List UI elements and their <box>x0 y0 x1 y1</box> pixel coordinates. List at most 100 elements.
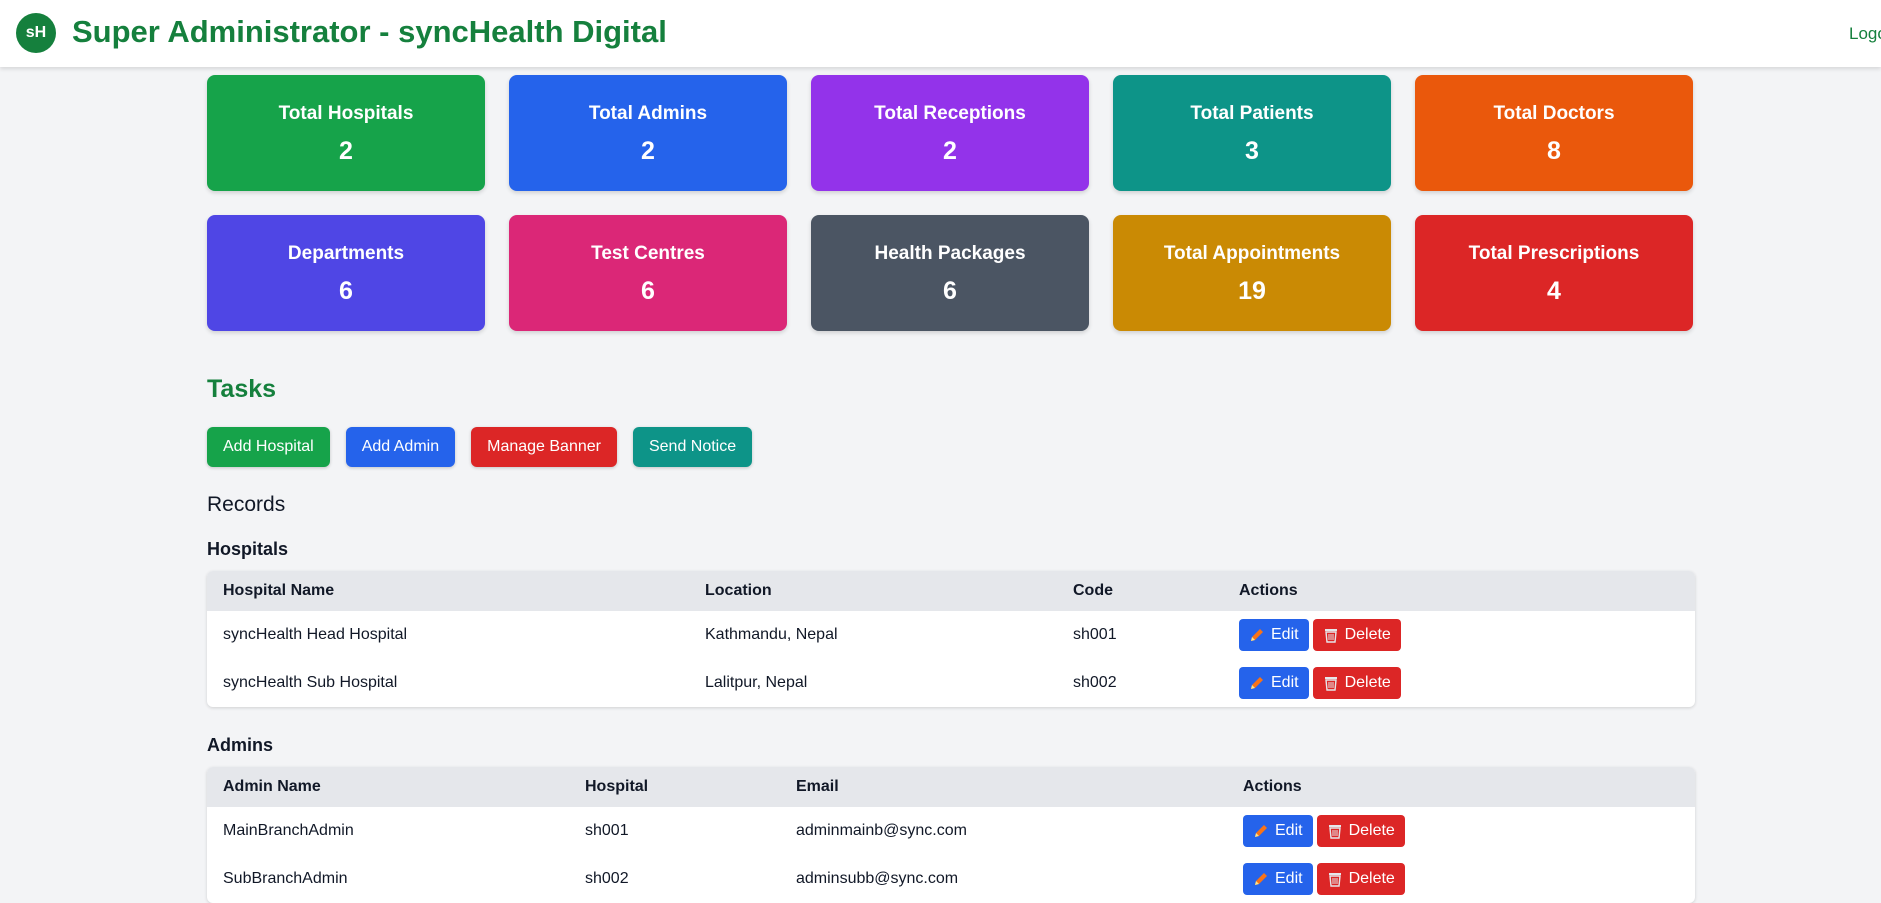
delete-label: Delete <box>1344 674 1391 691</box>
page-title: Super Administrator - syncHealth Digital <box>72 14 667 49</box>
delete-button[interactable]: Delete <box>1316 863 1405 895</box>
trash-icon <box>1324 677 1337 691</box>
trash-icon <box>1324 629 1337 643</box>
main-content: Total Hospitals 2 Total Admins 2 Total R… <box>207 75 1695 903</box>
edit-button[interactable]: Edit <box>1243 863 1313 895</box>
tasks-heading: Tasks <box>207 375 277 403</box>
send-notice-button[interactable]: Send Notice <box>632 427 753 467</box>
location-cell: Lalitpur, Nepal <box>705 674 808 691</box>
hospital-name-cell: syncHealth Sub Hospital <box>223 674 398 691</box>
table-row: MainBranchAdmin sh001 adminmainb@sync.co… <box>207 807 1695 855</box>
admin-name-cell: MainBranchAdmin <box>223 822 354 839</box>
column-header: Email <box>796 778 839 795</box>
code-cell: sh002 <box>1073 674 1117 691</box>
table-row: syncHealth Sub Hospital Lalitpur, Nepal … <box>207 659 1695 707</box>
stat-label: Total Doctors <box>1493 103 1615 124</box>
hospital-cell: sh001 <box>585 822 629 839</box>
edit-label: Edit <box>1271 674 1299 691</box>
column-header: Actions <box>1243 778 1302 795</box>
manage-banner-button[interactable]: Manage Banner <box>471 427 617 467</box>
records-heading: Records <box>207 493 286 516</box>
column-header: Code <box>1073 582 1113 599</box>
edit-button[interactable]: Edit <box>1239 667 1309 699</box>
delete-button[interactable]: Delete <box>1316 815 1405 847</box>
table-row: syncHealth Head Hospital Kathmandu, Nepa… <box>207 611 1695 659</box>
stat-value: 19 <box>1238 277 1266 305</box>
stat-card-total-appointments: Total Appointments 19 <box>1113 215 1391 331</box>
admins-heading: Admins <box>207 735 274 755</box>
stat-card-departments: Departments 6 <box>207 215 485 331</box>
app-logo: sH <box>16 13 56 53</box>
pencil-icon <box>1251 629 1263 641</box>
hospitals-table: Hospital Name Location Code Actions sync… <box>207 571 1695 707</box>
stat-label: Test Centres <box>591 243 705 264</box>
stat-value: 2 <box>339 137 353 165</box>
stat-value: 6 <box>943 277 957 305</box>
code-cell: sh001 <box>1073 626 1117 643</box>
add-hospital-button[interactable]: Add Hospital <box>207 427 330 467</box>
stat-card-total-prescriptions: Total Prescriptions 4 <box>1415 215 1693 331</box>
delete-label: Delete <box>1344 626 1391 643</box>
stat-label: Total Hospitals <box>278 103 414 124</box>
stat-value: 2 <box>943 137 957 165</box>
column-header: Hospital <box>585 778 649 795</box>
column-header: Location <box>705 582 772 599</box>
location-cell: Kathmandu, Nepal <box>705 626 838 643</box>
pencil-icon <box>1255 825 1267 837</box>
stat-label: Total Patients <box>1190 103 1314 124</box>
add-admin-button[interactable]: Add Admin <box>345 427 456 467</box>
pencil-icon <box>1255 873 1267 885</box>
hospital-cell: sh002 <box>585 870 629 887</box>
stats-grid: Total Hospitals 2 Total Admins 2 Total R… <box>207 75 1695 331</box>
column-header: Hospital Name <box>223 582 335 599</box>
stat-label: Total Appointments <box>1163 243 1341 264</box>
stat-label: Total Admins <box>588 103 708 124</box>
column-header: Actions <box>1239 582 1298 599</box>
stat-value: 3 <box>1245 137 1259 165</box>
stat-card-total-hospitals: Total Hospitals 2 <box>207 75 485 191</box>
actions-cell: Edit Delete <box>1227 855 1695 903</box>
hospitals-heading: Hospitals <box>207 539 289 559</box>
stat-card-health-packages: Health Packages 6 <box>811 215 1089 331</box>
edit-label: Edit <box>1275 870 1303 887</box>
stat-card-test-centres: Test Centres 6 <box>509 215 787 331</box>
edit-label: Edit <box>1271 626 1299 643</box>
table-header-row: Admin Name Hospital Email Actions <box>207 767 1695 807</box>
trash-icon <box>1328 873 1341 887</box>
stat-label: Total Receptions <box>874 103 1026 124</box>
stat-card-total-doctors: Total Doctors 8 <box>1415 75 1693 191</box>
delete-button[interactable]: Delete <box>1312 667 1401 699</box>
stat-value: 8 <box>1547 137 1561 165</box>
email-cell: adminmainb@sync.com <box>796 822 967 839</box>
edit-label: Edit <box>1275 822 1303 839</box>
stat-value: 2 <box>641 137 655 165</box>
edit-button[interactable]: Edit <box>1239 619 1309 651</box>
edit-button[interactable]: Edit <box>1243 815 1313 847</box>
stat-card-total-receptions: Total Receptions 2 <box>811 75 1089 191</box>
admins-table: Admin Name Hospital Email Actions MainBr… <box>207 767 1695 903</box>
delete-button[interactable]: Delete <box>1312 619 1401 651</box>
stat-value: 4 <box>1547 277 1561 305</box>
task-buttons: Add Hospital Add Admin Manage Banner Sen… <box>207 427 753 467</box>
actions-cell: Edit Delete <box>1223 659 1695 707</box>
stat-card-total-patients: Total Patients 3 <box>1113 75 1391 191</box>
actions-cell: Edit Delete <box>1223 611 1695 659</box>
stat-card-total-admins: Total Admins 2 <box>509 75 787 191</box>
stat-value: 6 <box>339 277 353 305</box>
stat-label: Total Prescriptions <box>1468 243 1640 264</box>
stat-label: Health Packages <box>874 243 1026 264</box>
stat-label: Departments <box>287 243 405 264</box>
column-header: Admin Name <box>223 778 321 795</box>
table-row: SubBranchAdmin sh002 adminsubb@sync.com … <box>207 855 1695 903</box>
logout-link[interactable]: Logout <box>1849 24 1881 44</box>
delete-label: Delete <box>1348 822 1395 839</box>
email-cell: adminsubb@sync.com <box>796 870 959 887</box>
trash-icon <box>1328 825 1341 839</box>
pencil-icon <box>1251 677 1263 689</box>
logo-text: sH <box>25 24 47 41</box>
top-navbar: sH Super Administrator - syncHealth Digi… <box>0 0 1881 67</box>
admin-name-cell: SubBranchAdmin <box>223 870 348 887</box>
actions-cell: Edit Delete <box>1227 807 1695 855</box>
stat-value: 6 <box>641 277 655 305</box>
table-header-row: Hospital Name Location Code Actions <box>207 571 1695 611</box>
